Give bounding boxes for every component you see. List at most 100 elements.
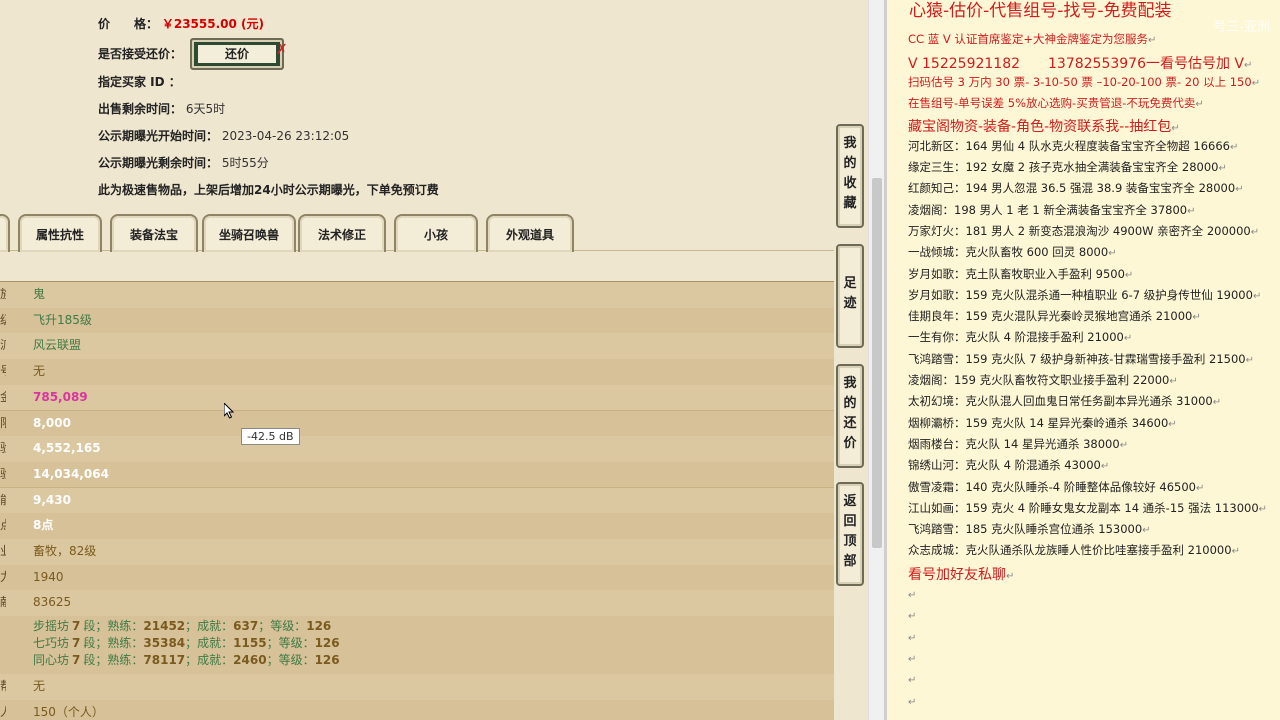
notes-line-text: V 15225921182 13782553976一看号估号加 V xyxy=(908,55,1245,72)
return-mark: ↵ xyxy=(1245,354,1255,366)
scrollbar-thumb[interactable] xyxy=(872,178,882,548)
table-row: 力 1940 xyxy=(0,564,834,592)
return-mark: ↵ xyxy=(1123,333,1133,345)
accept-counter-label: 是否接受还价： xyxy=(98,47,183,61)
return-mark: ↵ xyxy=(1168,418,1177,430)
tab-equipment[interactable]: 装备法宝 xyxy=(110,214,198,252)
side-char: 的 xyxy=(843,396,857,411)
tab-partial[interactable] xyxy=(0,214,10,252)
vertical-scrollbar[interactable] xyxy=(868,0,885,720)
table-row: 派 风云联盟 xyxy=(0,333,834,360)
table-row: 族鬼 xyxy=(0,282,834,309)
tab-mounts-pets[interactable]: 坐骑召唤兽 xyxy=(202,214,296,252)
row-value: 14,034,064 xyxy=(33,466,109,481)
my-counter-offers-button[interactable]: 我 的 还 价 xyxy=(836,364,864,468)
side-char: 部 xyxy=(843,554,857,569)
side-char: 足 xyxy=(843,276,857,291)
publicity-remain-label: 公示期曝光剩余时间： xyxy=(98,156,219,170)
my-favorites-button[interactable]: 我 的 收 藏 xyxy=(836,124,864,228)
price-label: 价 格： xyxy=(98,17,159,31)
return-mark: ↵ xyxy=(1171,123,1180,135)
row-value: 无 xyxy=(33,679,46,694)
table-row: 献 83625 xyxy=(0,590,834,617)
side-char: 我 xyxy=(843,136,857,151)
notes-line-text: 飞鸿踏雪：159 克火队 7 级护身新神孩-甘霖瑞雪接手盈利 21500 xyxy=(908,351,1246,366)
notes-line-text: 缘定三生：192 女魔 2 孩子克水抽全满装备宝宝齐全 28000 xyxy=(908,160,1219,174)
row-label: 派 xyxy=(0,333,6,359)
table-row: 人 150（个人） xyxy=(0,699,834,720)
return-mark: ↵ xyxy=(1218,163,1227,174)
return-mark: ↵ xyxy=(1244,59,1253,71)
return-mark: ↵ xyxy=(1195,99,1204,111)
return-mark: ↵ xyxy=(1119,439,1129,451)
return-mark: ↵ xyxy=(1108,248,1117,260)
mouse-cursor-icon xyxy=(224,403,234,419)
tab-bar xyxy=(0,250,834,283)
back-to-top-button[interactable]: 返 回 顶 部 xyxy=(836,482,864,586)
row-label: 族 xyxy=(0,282,6,308)
close-icon[interactable]: ✗ xyxy=(276,42,288,58)
return-mark: ↵ xyxy=(908,675,917,687)
counter-offer-button[interactable]: 还价 xyxy=(190,38,284,70)
table-row: 号无 xyxy=(0,359,834,386)
row-value: 785,089 xyxy=(33,389,88,404)
price-row: 价 格： ￥23555.00 (元) xyxy=(98,15,264,32)
item-detail-panel: 价 格： ￥23555.00 (元) 是否接受还价： 还价 ✗ 指定买家 ID … xyxy=(0,0,868,720)
workshop-part: ；等级： xyxy=(266,653,315,668)
tab-children[interactable]: 小孩 xyxy=(394,214,478,252)
tab-attributes[interactable]: 属性抗性 xyxy=(18,214,102,252)
notes-line: 傲雪凌霜：140 克火队睡杀-4 阶睡整体品像较好 46500↵ xyxy=(908,479,1204,495)
tab-appearance[interactable]: 外观道具 xyxy=(486,214,574,252)
side-char: 收 xyxy=(843,176,857,191)
buyer-id-row: 指定买家 ID ： xyxy=(98,73,181,90)
return-mark: ↵ xyxy=(1235,184,1244,196)
row-value: 150（个人） xyxy=(33,704,104,719)
buyer-id-label: 指定买家 ID ： xyxy=(98,75,181,89)
return-mark: ↵ xyxy=(1258,503,1268,515)
notes-line-text: 飞鸿踏雪：185 克火队睡杀宫位通杀 153000 xyxy=(908,522,1143,537)
return-mark: ↵ xyxy=(1252,290,1262,302)
notes-line-text: 烟柳灞桥：159 克火队 14 星异光秦岭通杀 34600 xyxy=(908,415,1169,430)
table-row: 验 14,034,064 xyxy=(0,461,834,489)
side-char: 还 xyxy=(843,416,857,431)
footprints-button[interactable]: 足 迹 xyxy=(836,244,864,348)
workshop-part: 2460 xyxy=(233,653,267,668)
notes-line: 岁月如歌：克土队畜牧职业入手盈利 9500↵ xyxy=(908,266,1133,282)
return-mark: ↵ xyxy=(1100,461,1110,473)
notes-line: 万家灯火：181 男人 2 新变态混浪淘沙 4900W 亲密齐全 200000↵ xyxy=(908,223,1259,239)
tab-spell-mods[interactable]: 法术修正 xyxy=(298,214,386,252)
row-label: 能 xyxy=(0,488,6,514)
notes-line-text: 岁月如歌：克土队畜牧职业入手盈利 9500 xyxy=(908,266,1125,281)
row-label: 帮 xyxy=(0,674,6,700)
side-char: 回 xyxy=(843,514,857,529)
price-value: ￥23555.00 (元) xyxy=(161,17,264,31)
side-char: 价 xyxy=(843,436,857,451)
row-value: 9,430 xyxy=(33,492,71,507)
notes-line-text: CC 蓝 V 认证首席鉴定+大神金牌鉴定为您服务 xyxy=(908,32,1149,46)
notes-line: 太初幻境：克火队混人回血鬼日常任务副本异光通杀 31000↵ xyxy=(908,393,1221,409)
return-mark: ↵ xyxy=(908,696,917,708)
row-label: 验 xyxy=(0,436,6,462)
notes-line: 佳期良年：159 克火混队异光秦岭灵猴地宫通杀 21000↵ xyxy=(908,308,1201,324)
workshop-part: 126 xyxy=(314,636,340,651)
workshop-part: 1155 xyxy=(233,636,267,651)
workshop-part: 段；熟练： xyxy=(83,619,144,634)
row-value: 4,552,165 xyxy=(33,441,101,456)
row-value: 飞升185级 xyxy=(33,312,92,327)
return-mark: ↵ xyxy=(1142,525,1151,537)
row-label: 力 xyxy=(0,565,6,591)
workshop-line: 步摇坊 7 段；熟练：21452；成就：637；等级：126 xyxy=(33,618,331,635)
row-value: 8,000 xyxy=(33,415,71,430)
table-row: 验 4,552,165 xyxy=(0,436,834,463)
row-label xyxy=(0,616,6,674)
volume-tooltip: -42.5 dB xyxy=(241,428,300,445)
table-row: 帮无 xyxy=(0,674,834,701)
notes-line: 飞鸿踏雪：185 克火队睡杀宫位通杀 153000↵ xyxy=(908,521,1151,537)
empty-line: ↵ xyxy=(908,630,916,644)
return-mark: ↵ xyxy=(1251,77,1261,89)
notes-line: 红颜知己：194 男人忽混 36.5 强混 38.9 装备宝宝齐全 28000↵ xyxy=(908,180,1244,196)
return-mark: ↵ xyxy=(1195,482,1205,494)
side-char: 返 xyxy=(843,494,857,509)
notes-line: 河北新区：164 男仙 4 队水克火程度装备宝宝齐全物超 16666↵ xyxy=(908,138,1238,154)
notes-line: 扫码估号 3 万内 30 票- 3-10-50 票 –10-20-100 票- … xyxy=(908,74,1260,90)
